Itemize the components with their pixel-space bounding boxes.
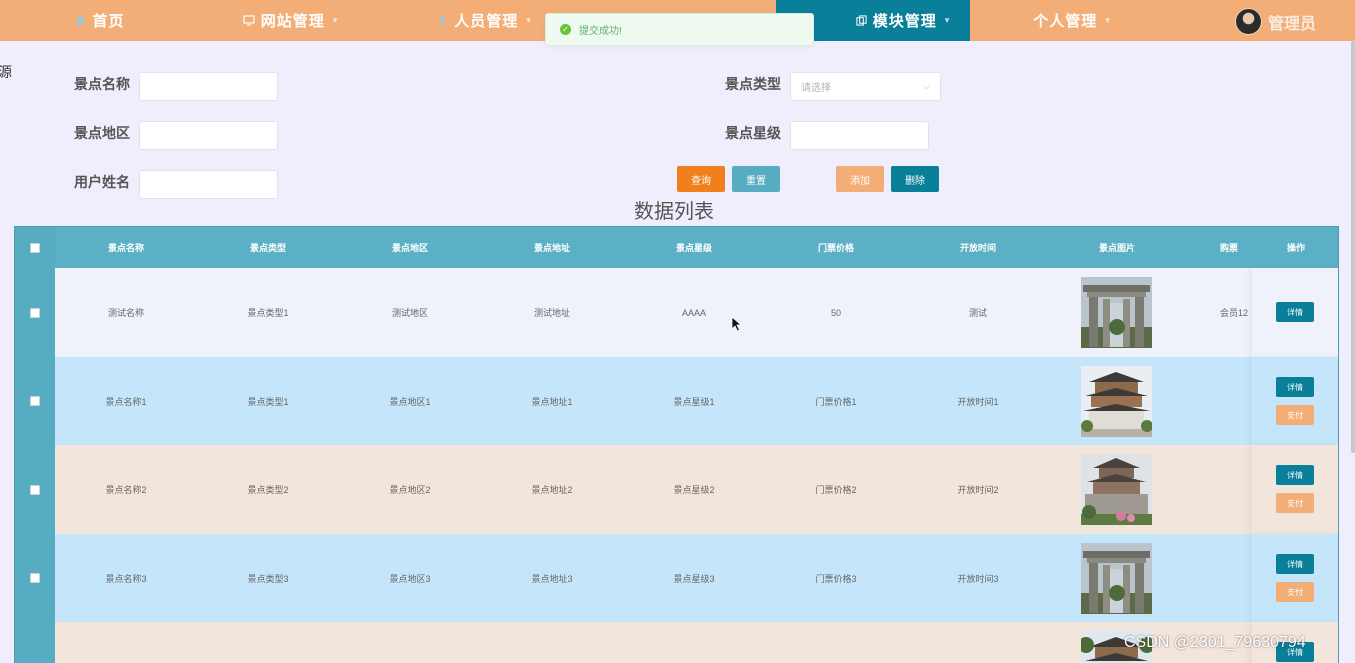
row-checkbox[interactable] bbox=[30, 307, 40, 318]
cell-region: 景点地区3 bbox=[389, 573, 431, 584]
monitor-icon bbox=[243, 15, 255, 26]
list-title: 数据列表 bbox=[634, 201, 714, 223]
select-all-checkbox[interactable] bbox=[30, 242, 40, 253]
detail-button[interactable]: 详情 bbox=[1276, 465, 1314, 485]
cell-price: 门票价格1 bbox=[815, 396, 857, 407]
pay-button[interactable]: 支付 bbox=[1276, 582, 1314, 602]
row-checkbox[interactable] bbox=[30, 484, 40, 495]
delete-button[interactable]: 删除 bbox=[891, 166, 939, 192]
row-checkbox[interactable] bbox=[30, 573, 40, 583]
cell-open-time: 开放时间3 bbox=[957, 573, 999, 584]
cell-price: 50 bbox=[830, 307, 841, 318]
detail-button[interactable]: 详情 bbox=[1276, 377, 1314, 397]
cell-price: 门票价格3 bbox=[815, 573, 857, 584]
table-header: 景点名称 景点类型 景点地区 景点地址 景点星级 门票价格 开放时间 景点图片 … bbox=[15, 227, 1338, 268]
header-star[interactable]: 景点星级 bbox=[623, 227, 765, 268]
avatar[interactable] bbox=[1235, 8, 1262, 35]
scenic-photo-pavilion[interactable] bbox=[1081, 454, 1152, 525]
header-region[interactable]: 景点地区 bbox=[339, 227, 481, 268]
cell-type: 景点类型2 bbox=[247, 485, 289, 495]
select-all-cell bbox=[15, 227, 55, 268]
admin-name[interactable]: 管理员 bbox=[1268, 10, 1316, 34]
table-row: 景点名称2 景点类型2 景点地区2 景点地址2 景点星级2 门票价格2 开放时间… bbox=[15, 445, 1338, 534]
home-icon bbox=[75, 15, 86, 26]
cell-open-time: 开放时间2 bbox=[957, 485, 999, 495]
header-actions: 操作 bbox=[1286, 243, 1305, 253]
check-circle-icon: ✓ bbox=[560, 24, 571, 35]
cell-star: 景点星级2 bbox=[673, 485, 715, 495]
cell-name: 景点名称1 bbox=[105, 396, 147, 407]
cell-open-time: 开放时间1 bbox=[957, 396, 999, 407]
reset-button[interactable]: 重置 bbox=[732, 166, 780, 192]
pay-button[interactable]: 支付 bbox=[1276, 405, 1314, 425]
cell-region: 测试地区 bbox=[391, 308, 428, 318]
cell-name: 测试名称 bbox=[107, 308, 144, 318]
table-row: 景点名称3 景点类型3 景点地区3 景点地址3 景点星级3 门票价格3 开放时间… bbox=[15, 534, 1338, 622]
label-scenic-type: 景点类型 bbox=[725, 76, 781, 92]
cell-ticket: 会员12 bbox=[1220, 308, 1249, 318]
header-address[interactable]: 景点地址 bbox=[481, 227, 623, 268]
row-checkbox[interactable] bbox=[30, 396, 40, 406]
header-price[interactable]: 门票价格 bbox=[765, 227, 907, 268]
scenic-star-input[interactable] bbox=[790, 121, 929, 150]
nav-personal[interactable]: 个人管理 ▾ bbox=[1012, 0, 1132, 41]
copy-icon bbox=[856, 15, 867, 26]
cell-open-time: 测试 bbox=[968, 308, 987, 318]
scenic-photo-tower[interactable] bbox=[1081, 366, 1152, 437]
label-scenic-region: 景点地区 bbox=[74, 125, 130, 141]
scenic-region-input[interactable] bbox=[139, 121, 278, 150]
cell-type: 景点类型1 bbox=[247, 396, 289, 407]
chevron-down-icon: ▾ bbox=[526, 15, 532, 25]
detail-button[interactable]: 详情 bbox=[1276, 302, 1314, 322]
cell-region: 景点地区2 bbox=[389, 485, 431, 495]
chevron-down-icon: ▾ bbox=[332, 15, 339, 25]
label-scenic-star: 景点星级 bbox=[725, 125, 781, 141]
mouse-cursor-icon bbox=[731, 316, 743, 337]
query-button[interactable]: 查询 bbox=[677, 166, 725, 192]
nav-people[interactable]: 人员管理 ▾ bbox=[422, 0, 547, 41]
header-open-time[interactable]: 开放时间 bbox=[907, 227, 1049, 268]
header-name[interactable]: 景点名称 bbox=[55, 227, 197, 268]
user-icon bbox=[437, 15, 448, 26]
cell-address: 测试地址 bbox=[533, 308, 570, 318]
success-toast: ✓ 提交成功! bbox=[545, 13, 814, 46]
watermark: CSDN @2301_79630794 bbox=[1124, 634, 1306, 651]
chevron-down-icon: ▾ bbox=[944, 15, 951, 25]
label-scenic-name: 景点名称 bbox=[74, 76, 130, 92]
scenic-name-input[interactable] bbox=[139, 72, 278, 101]
chevron-down-icon: ▾ bbox=[1105, 15, 1111, 25]
cell-price: 门票价格2 bbox=[815, 485, 857, 495]
header-type[interactable]: 景点类型 bbox=[197, 227, 339, 268]
user-name-input[interactable] bbox=[139, 170, 278, 199]
cell-address: 景点地址3 bbox=[531, 573, 573, 584]
add-button[interactable]: 添加 bbox=[836, 166, 884, 192]
cell-name: 景点名称3 bbox=[105, 573, 147, 584]
scenic-photo-archway[interactable] bbox=[1081, 277, 1152, 348]
chevron-down-icon: ⌵ bbox=[923, 81, 930, 91]
nav-home[interactable]: 首页 bbox=[40, 0, 160, 41]
cell-address: 景点地址2 bbox=[531, 485, 573, 495]
cell-address: 景点地址1 bbox=[531, 396, 573, 407]
header-image[interactable]: 景点图片 bbox=[1049, 227, 1185, 268]
nav-website[interactable]: 网站管理 ▾ bbox=[228, 0, 353, 41]
cell-type: 景点类型3 bbox=[247, 573, 289, 584]
cell-region: 景点地区1 bbox=[389, 396, 431, 407]
edge-text: 源 bbox=[0, 64, 12, 80]
cell-star: 景点星级3 bbox=[673, 573, 715, 584]
scenic-type-select[interactable]: 请选择 ⌵ bbox=[790, 72, 941, 101]
data-table: 景点名称 景点类型 景点地区 景点地址 景点星级 门票价格 开放时间 景点图片 … bbox=[14, 226, 1339, 663]
cell-type: 景点类型1 bbox=[247, 308, 289, 318]
table-row: 景点名称1 景点类型1 景点地区1 景点地址1 景点星级1 门票价格1 开放时间… bbox=[15, 357, 1338, 445]
cell-name: 景点名称2 bbox=[105, 485, 147, 495]
detail-button[interactable]: 详情 bbox=[1276, 554, 1314, 574]
scenic-photo-archway[interactable] bbox=[1081, 543, 1152, 614]
table-row: 测试名称 景点类型1 测试地区 测试地址 AAAA 50 测试 会员12 详情 bbox=[15, 268, 1338, 357]
cell-star: AAAA bbox=[681, 307, 706, 318]
header-ticket[interactable]: 购票 bbox=[1220, 227, 1252, 268]
page-scrollbar[interactable] bbox=[1351, 41, 1355, 453]
cell-star: 景点星级1 bbox=[673, 396, 715, 407]
label-user-name: 用户姓名 bbox=[74, 174, 130, 190]
pay-button[interactable]: 支付 bbox=[1276, 493, 1314, 513]
